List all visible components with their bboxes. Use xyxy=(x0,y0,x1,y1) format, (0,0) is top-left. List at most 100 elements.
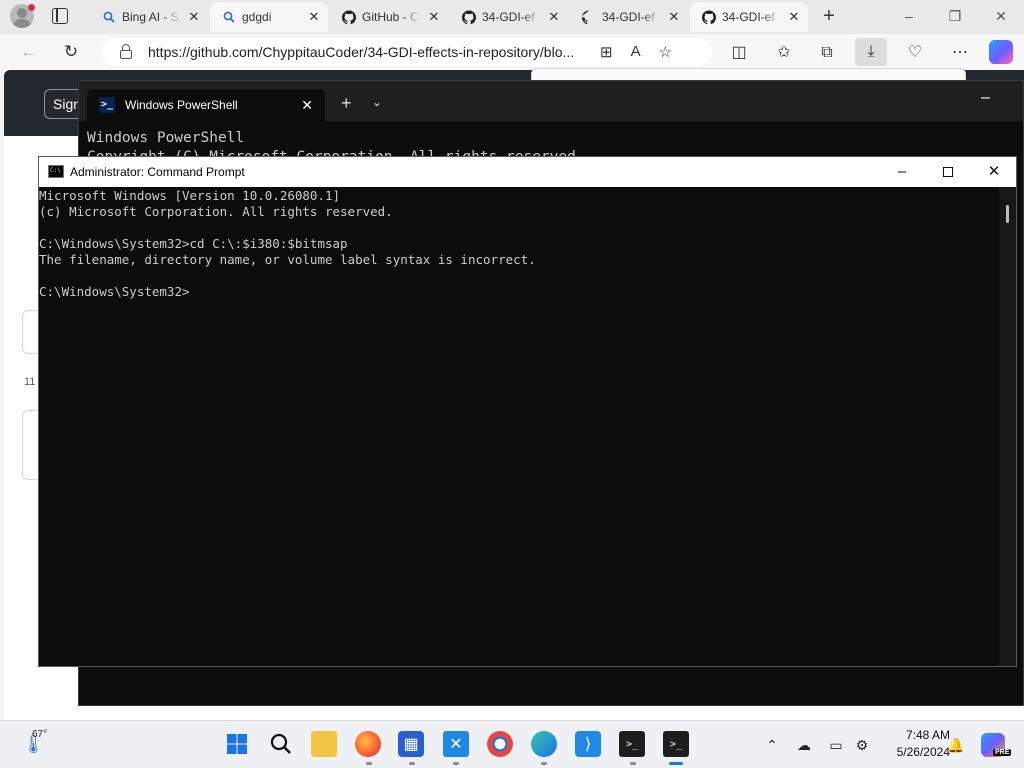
close-icon[interactable]: ✕ xyxy=(301,97,313,114)
search-icon xyxy=(222,10,236,24)
terminal-taskbar-icon[interactable]: >_ xyxy=(663,731,689,757)
tab-title: 34-GDI-ef xyxy=(722,10,775,24)
running-indicator xyxy=(366,762,372,765)
close-icon[interactable]: ✕ xyxy=(186,9,202,25)
notification-dot xyxy=(28,4,35,11)
cmd-prompt-line: C:\Windows\System32> xyxy=(39,284,190,299)
close-icon[interactable]: ✕ xyxy=(426,9,442,25)
start-windows-icon[interactable] xyxy=(224,731,250,757)
microsoft-store-icon[interactable]: ▦ xyxy=(398,731,424,757)
restore-button[interactable]: ❐ xyxy=(932,2,978,30)
terminal-tab-title: Windows PowerShell xyxy=(125,98,238,112)
tab-title: gdgdi xyxy=(242,10,272,24)
cmd-titlebar[interactable]: Administrator: Command Prompt – ✕ xyxy=(39,157,1016,187)
page-number-text: 11 xyxy=(24,376,36,388)
minimize-button[interactable]: – xyxy=(981,89,990,107)
network-settings-icon[interactable]: ⚙ xyxy=(852,735,872,755)
running-indicator xyxy=(453,762,459,765)
favorite-star-icon[interactable]: ☆ xyxy=(659,43,672,61)
downloads-icon[interactable]: ⤓ xyxy=(855,38,887,66)
tools-icon[interactable]: ✕ xyxy=(443,731,469,757)
running-indicator xyxy=(630,762,636,765)
scrollbar-thumb[interactable] xyxy=(1006,205,1009,223)
terminal-tab[interactable]: >_ Windows PowerShell ✕ xyxy=(87,89,325,121)
browser-tab[interactable]: 34-GDI-ef ✕ xyxy=(570,2,688,32)
github-icon xyxy=(462,10,476,24)
apps-icon[interactable]: ⊞ xyxy=(600,43,613,61)
cmd-line xyxy=(39,268,999,284)
close-icon[interactable]: ✕ xyxy=(306,9,322,25)
file-explorer-icon[interactable] xyxy=(311,731,337,757)
close-icon[interactable]: ✕ xyxy=(666,9,682,25)
command-prompt-taskbar-icon[interactable]: >_ xyxy=(619,731,645,757)
address-bar-row: ← ↻ https://github.com/ChyppitauCoder/34… xyxy=(0,34,1024,70)
powershell-icon: >_ xyxy=(99,97,115,113)
favorites-icon[interactable]: ✩ xyxy=(773,42,795,64)
vscode-icon[interactable]: ⟩ xyxy=(575,731,601,757)
cmd-line xyxy=(39,220,999,236)
cmd-line: The filename, directory name, or volume … xyxy=(39,252,536,267)
preview-badge: PRE xyxy=(993,749,1012,756)
github-icon xyxy=(342,10,356,24)
cmd-line: (c) Microsoft Corporation. All rights re… xyxy=(39,204,393,219)
tab-title: 34-GDI-ef xyxy=(482,10,535,24)
chevron-down-icon[interactable]: ⌄ xyxy=(372,95,382,109)
close-icon[interactable]: ✕ xyxy=(786,9,802,25)
tab-actions-icon[interactable] xyxy=(52,8,68,24)
notification-bell-icon[interactable]: 🔔 xyxy=(946,735,966,755)
cmd-line: C:\Windows\System32>cd C:\:$i380:$bitmsa… xyxy=(39,236,348,251)
more-options-icon[interactable]: ⋯ xyxy=(949,42,971,64)
clock-date: 5/26/2024 xyxy=(896,745,950,759)
command-prompt-window: Administrator: Command Prompt – ✕ Micros… xyxy=(38,156,1017,667)
onedrive-offline-icon[interactable]: ☁ xyxy=(794,735,814,755)
collections-icon[interactable]: ⧉ xyxy=(816,42,838,64)
chrome-icon[interactable] xyxy=(487,731,513,757)
lock-icon[interactable] xyxy=(120,43,132,59)
terminal-line: Windows PowerShell xyxy=(87,130,245,146)
url-text[interactable]: https://github.com/ChyppitauCoder/34-GDI… xyxy=(148,44,586,60)
display-icon[interactable]: ▭ xyxy=(826,735,846,755)
browser-essentials-icon[interactable]: ♡ xyxy=(904,42,926,64)
copilot-icon[interactable] xyxy=(989,40,1013,64)
maximize-button[interactable] xyxy=(925,157,971,187)
back-arrow-icon[interactable]: ← xyxy=(16,40,42,64)
split-screen-icon[interactable]: ◫ xyxy=(728,42,750,64)
browser-tab-active[interactable]: gdgdi ✕ xyxy=(210,2,328,32)
close-button[interactable]: ✕ xyxy=(971,157,1017,187)
github-icon xyxy=(582,10,596,24)
github-icon xyxy=(702,10,716,24)
terminal-titlebar: >_ Windows PowerShell ✕ + ⌄ – xyxy=(79,81,1023,121)
cmd-line: Microsoft Windows [Version 10.0.26080.1] xyxy=(39,188,341,203)
tab-title: Bing AI - S xyxy=(122,10,179,24)
edge-icon[interactable] xyxy=(531,731,557,757)
search-icon xyxy=(102,10,116,24)
clock[interactable]: 7:48 AM 5/26/2024 xyxy=(876,727,950,761)
chevron-up-icon[interactable]: ⌃ xyxy=(762,735,782,755)
tab-title: 34-GDI-ef xyxy=(602,10,655,24)
address-bar[interactable]: https://github.com/ChyppitauCoder/34-GDI… xyxy=(102,38,712,66)
search-icon[interactable] xyxy=(268,731,294,757)
browser-tab[interactable]: 34-GDI-ef ✕ xyxy=(450,2,568,32)
browser-tab-bar: Bing AI - S ✕ gdgdi ✕ GitHub - C ✕ 34-GD… xyxy=(0,0,1024,34)
firefox-icon[interactable] xyxy=(355,731,381,757)
browser-tab[interactable]: 34-GDI-ef ✕ xyxy=(690,2,808,32)
browser-tab[interactable]: GitHub - C ✕ xyxy=(330,2,448,32)
minimize-button[interactable]: – xyxy=(879,157,925,187)
active-indicator xyxy=(669,762,683,765)
new-terminal-tab-button[interactable]: + xyxy=(341,93,352,114)
weather-temperature: 67° xyxy=(32,729,48,740)
read-aloud-icon[interactable]: A xyxy=(631,43,641,61)
running-indicator xyxy=(409,762,415,765)
minimize-button[interactable]: – xyxy=(886,2,932,30)
tab-title: GitHub - C xyxy=(362,10,419,24)
cmd-icon xyxy=(48,165,64,178)
browser-tab[interactable]: Bing AI - S ✕ xyxy=(90,2,208,32)
close-icon[interactable]: ✕ xyxy=(546,9,562,25)
running-indicator xyxy=(541,762,547,765)
close-window-button[interactable]: ✕ xyxy=(978,2,1024,30)
refresh-icon[interactable]: ↻ xyxy=(58,40,84,64)
scrollbar[interactable] xyxy=(999,187,1016,666)
new-tab-button[interactable]: + xyxy=(818,5,840,27)
weather-widget[interactable]: 🌡 67° xyxy=(22,729,62,761)
cmd-output[interactable]: Microsoft Windows [Version 10.0.26080.1]… xyxy=(39,188,999,300)
